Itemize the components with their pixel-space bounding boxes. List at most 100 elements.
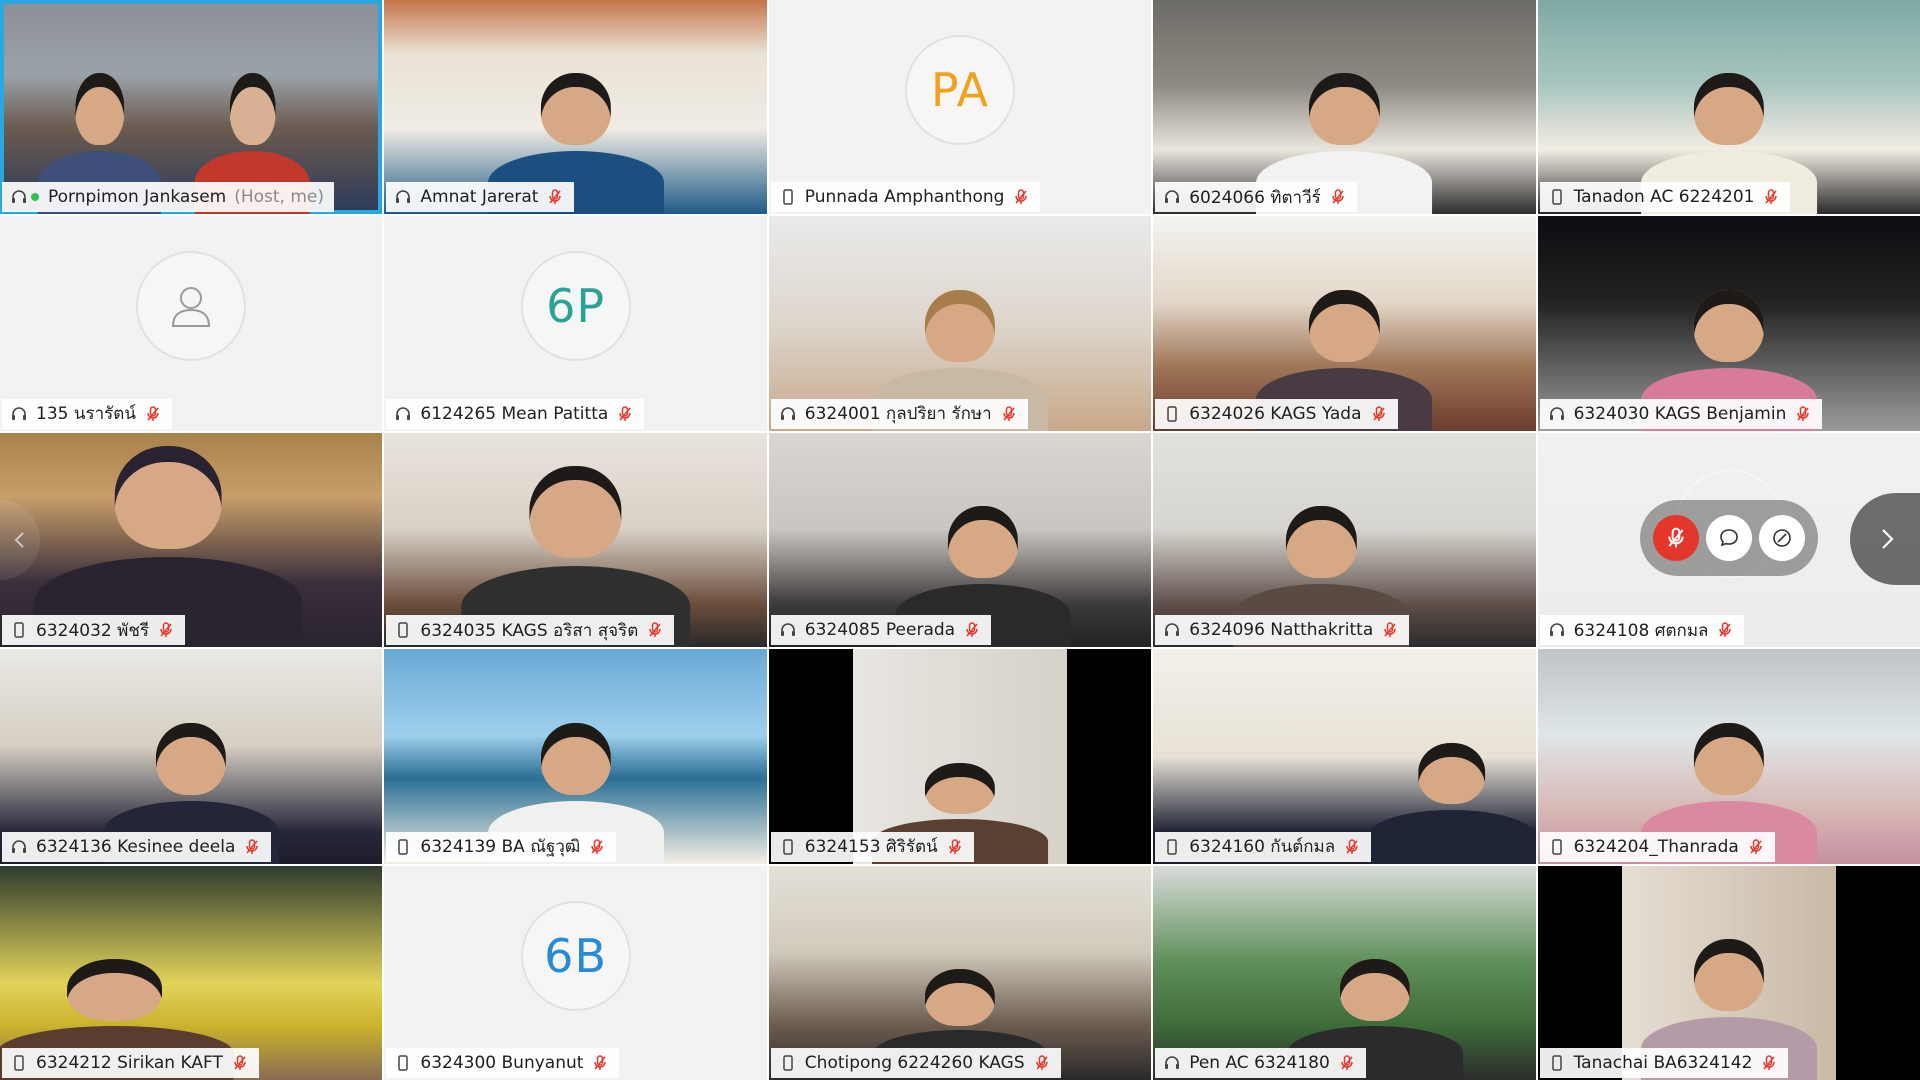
participant-label: Punnada Amphanthong bbox=[770, 182, 1041, 213]
mic-off-icon bbox=[1794, 405, 1812, 423]
chat-button[interactable] bbox=[1705, 515, 1752, 561]
phone-icon bbox=[779, 188, 797, 206]
mic-off-icon bbox=[946, 838, 964, 856]
participant-label: 6324136 Kesinee deela bbox=[2, 831, 272, 862]
headset-icon bbox=[10, 405, 28, 423]
video-grid: Pornpimon Jankasem (Host, me) Amnat Jare… bbox=[0, 0, 1920, 1080]
participant-tile[interactable]: 6324136 Kesinee deela bbox=[0, 649, 383, 864]
participant-label: Pen AC 6324180 bbox=[1155, 1047, 1366, 1078]
participant-tile[interactable]: 6324139 BA ณัฐวุฒิ bbox=[384, 649, 767, 864]
mic-off-icon bbox=[646, 621, 664, 639]
participant-avatar: 6P bbox=[520, 251, 631, 362]
participant-name: 6324212 Sirikan KAFT bbox=[36, 1052, 223, 1073]
avatar-initials: PA bbox=[930, 63, 990, 118]
participant-tile[interactable]: 6324096 Natthakritta bbox=[1153, 432, 1536, 648]
participant-video bbox=[1367, 735, 1536, 864]
participant-name: 6324030 KAGS Benjamin bbox=[1573, 403, 1787, 424]
participant-tile[interactable]: 6324212 Sirikan KAFT bbox=[0, 865, 383, 1080]
user-icon bbox=[163, 278, 219, 334]
participant-name: 6324032 พัชรี bbox=[36, 620, 149, 641]
participant-avatar: 6B bbox=[520, 900, 631, 1011]
phone-icon bbox=[10, 621, 28, 639]
participant-label: 6324030 KAGS Benjamin bbox=[1539, 398, 1823, 429]
mic-off-icon bbox=[1760, 1054, 1778, 1072]
mic-off-icon bbox=[1762, 188, 1780, 206]
mic-off-icon bbox=[963, 621, 981, 639]
mic-off-icon bbox=[546, 188, 564, 206]
participant-tile[interactable]: Tanachai BA6324142 bbox=[1537, 865, 1920, 1080]
participant-tile[interactable]: 6324204_Thanrada bbox=[1537, 649, 1920, 864]
headset-icon bbox=[779, 621, 797, 639]
participant-tile[interactable]: 6324160 กันต์กมล bbox=[1153, 649, 1536, 864]
participant-label: 6324153 ศิริรัตน์ bbox=[770, 831, 974, 862]
participant-tile[interactable]: Chotipong 6224260 KAGS bbox=[768, 865, 1152, 1080]
participant-name: 6324026 KAGS Yada bbox=[1189, 403, 1362, 424]
phone-icon bbox=[10, 1054, 28, 1072]
phone-icon bbox=[394, 838, 412, 856]
participant-name: 6324001 กุลปริยา รักษา bbox=[804, 404, 992, 425]
participant-tile[interactable]: 6324001 กุลปริยา รักษา bbox=[768, 216, 1152, 431]
chevron-right-icon bbox=[1874, 526, 1900, 552]
participant-label: Chotipong 6224260 KAGS bbox=[770, 1047, 1061, 1078]
mic-off-icon bbox=[1338, 1054, 1356, 1072]
headset-icon bbox=[1163, 1054, 1181, 1072]
participant-tile[interactable]: 6324030 KAGS Benjamin bbox=[1537, 216, 1920, 431]
mic-off-icon bbox=[157, 621, 175, 639]
phone-icon bbox=[1163, 838, 1181, 856]
participant-name: 6324085 Peerada bbox=[804, 620, 956, 641]
mic-off-icon bbox=[1381, 621, 1399, 639]
mic-off-icon bbox=[1747, 838, 1765, 856]
headset-icon bbox=[394, 188, 412, 206]
participant-tile[interactable]: 6324035 KAGS อริสา สุจริต bbox=[384, 432, 767, 648]
participant-tile[interactable]: 6324026 KAGS Yada bbox=[1153, 216, 1536, 431]
headset-icon bbox=[1163, 621, 1181, 639]
headset-icon bbox=[1163, 188, 1181, 206]
participant-label: 6324085 Peerada bbox=[770, 615, 992, 646]
participant-label: 6324212 Sirikan KAFT bbox=[2, 1047, 259, 1078]
participant-name: Amnat Jarerat bbox=[420, 187, 539, 208]
participant-tile[interactable]: 6024066 ทิตาวีร์ bbox=[1153, 0, 1536, 215]
participant-role: (Host, me) bbox=[234, 187, 325, 208]
mute-button[interactable] bbox=[1653, 515, 1700, 561]
participant-name: 6324204_Thanrada bbox=[1573, 836, 1739, 857]
participant-label: 6324160 กันต์กมล bbox=[1155, 831, 1372, 862]
mic-off-icon bbox=[243, 838, 261, 856]
participant-name: Pen AC 6324180 bbox=[1189, 1052, 1330, 1073]
chat-icon bbox=[1717, 526, 1741, 550]
participant-avatar: PA bbox=[904, 35, 1015, 146]
avatar-initials: 6B bbox=[544, 928, 607, 983]
participant-tile[interactable]: 135 นรารัตน์ bbox=[0, 216, 383, 431]
participant-label: Amnat Jarerat bbox=[386, 182, 575, 213]
participant-avatar bbox=[136, 251, 247, 362]
mic-off-icon bbox=[588, 838, 606, 856]
more-options-button[interactable] bbox=[1758, 515, 1805, 561]
headset-icon bbox=[394, 405, 412, 423]
participant-label: 6324096 Natthakritta bbox=[1155, 615, 1410, 646]
participant-tile[interactable]: Pen AC 6324180 bbox=[1153, 865, 1536, 1080]
participant-tile[interactable]: PA Punnada Amphanthong bbox=[768, 0, 1152, 215]
mic-off-icon bbox=[1012, 188, 1030, 206]
participant-tile[interactable]: 6P 6124265 Mean Patitta bbox=[384, 216, 767, 431]
participant-name: 6124265 Mean Patitta bbox=[420, 403, 609, 424]
participant-tile[interactable]: 6324032 พัชรี bbox=[0, 432, 383, 648]
mic-off-icon bbox=[144, 405, 162, 423]
headset-icon bbox=[10, 838, 28, 856]
mic-off-icon bbox=[591, 1054, 609, 1072]
participant-tile[interactable]: 6324153 ศิริรัตน์ bbox=[768, 649, 1152, 864]
mic-off-icon bbox=[231, 1054, 249, 1072]
more-icon bbox=[1770, 526, 1794, 550]
participant-tile[interactable]: Tanadon AC 6224201 bbox=[1537, 0, 1920, 215]
participant-name: 6024066 ทิตาวีร์ bbox=[1189, 187, 1321, 208]
participant-tile[interactable]: Pornpimon Jankasem (Host, me) bbox=[0, 0, 383, 215]
participant-tile[interactable]: 6B 6324300 Bunyanut bbox=[384, 865, 767, 1080]
participant-label: 135 นรารัตน์ bbox=[2, 398, 172, 429]
participant-name: 6324035 KAGS อริสา สุจริต bbox=[420, 620, 639, 641]
participant-name: 6324096 Natthakritta bbox=[1189, 620, 1374, 641]
participant-tile[interactable]: Amnat Jarerat bbox=[384, 0, 767, 215]
participant-label: 6324300 Bunyanut bbox=[386, 1047, 620, 1078]
phone-icon bbox=[1548, 838, 1566, 856]
mic-off-icon bbox=[1370, 405, 1388, 423]
participant-tile[interactable]: 6324085 Peerada bbox=[768, 432, 1152, 648]
avatar-initials: 6P bbox=[546, 279, 606, 334]
phone-icon bbox=[779, 838, 797, 856]
